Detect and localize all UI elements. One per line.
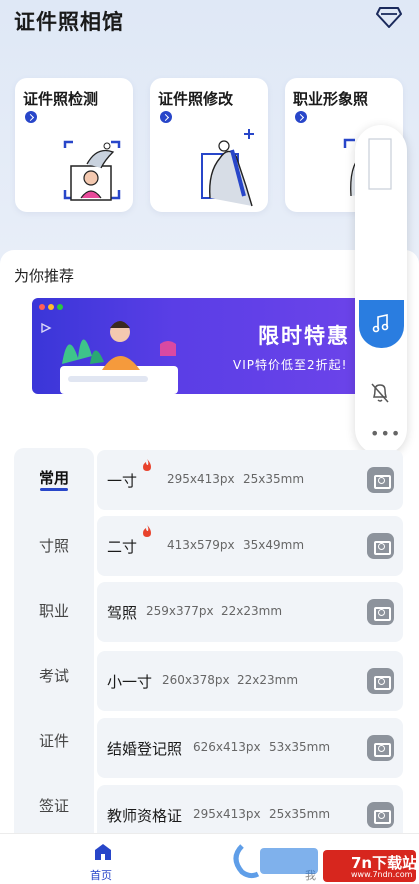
card-title: 证件照检测 — [23, 90, 99, 108]
arrow-right-icon — [160, 111, 172, 123]
item-name: 一寸 — [107, 472, 138, 490]
floating-toolbar — [355, 125, 407, 455]
banner-sub-text: VIP特价低至2折起! — [233, 358, 348, 372]
item-pixel-size: 295x413px — [167, 472, 235, 486]
camera-icon[interactable] — [367, 599, 394, 625]
item-mm-size: 25x35mm — [269, 807, 331, 821]
category-career[interactable]: 职业 — [14, 600, 94, 621]
item-mm-size: 53x35mm — [269, 740, 331, 754]
camera-icon[interactable] — [367, 467, 394, 493]
item-mm-size: 22x23mm — [221, 604, 283, 618]
camera-icon[interactable] — [367, 735, 394, 761]
banner-main-text: 限时特惠 — [258, 324, 350, 348]
category-visa[interactable]: 签证 — [14, 795, 94, 816]
item-name: 驾照 — [107, 604, 138, 622]
card-title: 职业形象照 — [293, 90, 369, 108]
item-name: 结婚登记照 — [107, 740, 183, 758]
item-pixel-size: 626x413px — [193, 740, 261, 754]
music-button[interactable] — [359, 300, 404, 348]
category-active-indicator — [40, 488, 68, 491]
camera-icon[interactable] — [367, 802, 394, 828]
photo-check-illustration — [63, 140, 121, 201]
arrow-right-icon — [25, 111, 37, 123]
list-item[interactable]: 结婚登记照 626x413px 53x35mm — [97, 718, 403, 778]
item-mm-size: 25x35mm — [243, 472, 305, 486]
diamond-icon[interactable] — [376, 6, 402, 28]
card-photo-check[interactable]: 证件照检测 — [15, 78, 133, 212]
card-title: 证件照修改 — [158, 90, 234, 108]
photo-edit-illustration — [201, 129, 254, 207]
category-exam[interactable]: 考试 — [14, 665, 94, 686]
item-pixel-size: 260x378px — [162, 673, 230, 687]
item-name: 教师资格证 — [107, 807, 183, 825]
item-pixel-size: 413x579px — [167, 538, 235, 552]
watermark-sub: www.7ndn.com — [351, 870, 413, 879]
category-common[interactable]: 常用 — [14, 467, 94, 488]
banner-illustration — [39, 304, 178, 394]
item-mm-size: 35x49mm — [243, 538, 305, 552]
app-title: 证件照相馆 — [14, 10, 124, 34]
fire-icon — [143, 525, 151, 537]
arrow-right-icon — [295, 111, 307, 123]
camera-icon[interactable] — [367, 668, 394, 694]
watermark-logo — [233, 844, 318, 879]
promo-banner[interactable]: 限时特惠 VIP特价低至2折起! — [32, 298, 386, 394]
list-item[interactable]: 小一寸 260x378px 22x23mm — [97, 651, 403, 711]
item-name: 小一寸 — [107, 673, 153, 691]
music-icon — [372, 314, 389, 333]
list-item[interactable]: 二寸 413x579px 35x49mm — [97, 516, 403, 576]
home-icon[interactable] — [93, 842, 113, 862]
item-pixel-size: 259x377px — [146, 604, 214, 618]
scan-icon — [368, 138, 392, 190]
fire-icon — [143, 459, 151, 471]
bell-off-icon[interactable] — [370, 382, 390, 404]
item-mm-size: 22x23mm — [237, 673, 299, 687]
category-inch[interactable]: 寸照 — [14, 535, 94, 556]
card-photo-edit[interactable]: 证件照修改 — [150, 78, 268, 212]
category-id[interactable]: 证件 — [14, 730, 94, 751]
list-item[interactable]: 一寸 295x413px 25x35mm — [97, 450, 403, 510]
recommend-title: 为你推荐 — [14, 267, 75, 285]
more-icon[interactable]: ••• — [370, 426, 401, 442]
category-sidebar — [14, 448, 94, 833]
item-name: 二寸 — [107, 538, 138, 556]
camera-icon[interactable] — [367, 533, 394, 559]
item-pixel-size: 295x413px — [193, 807, 261, 821]
nav-home-label[interactable]: 首页 — [90, 867, 112, 883]
list-item[interactable]: 驾照 259x377px 22x23mm — [97, 582, 403, 642]
